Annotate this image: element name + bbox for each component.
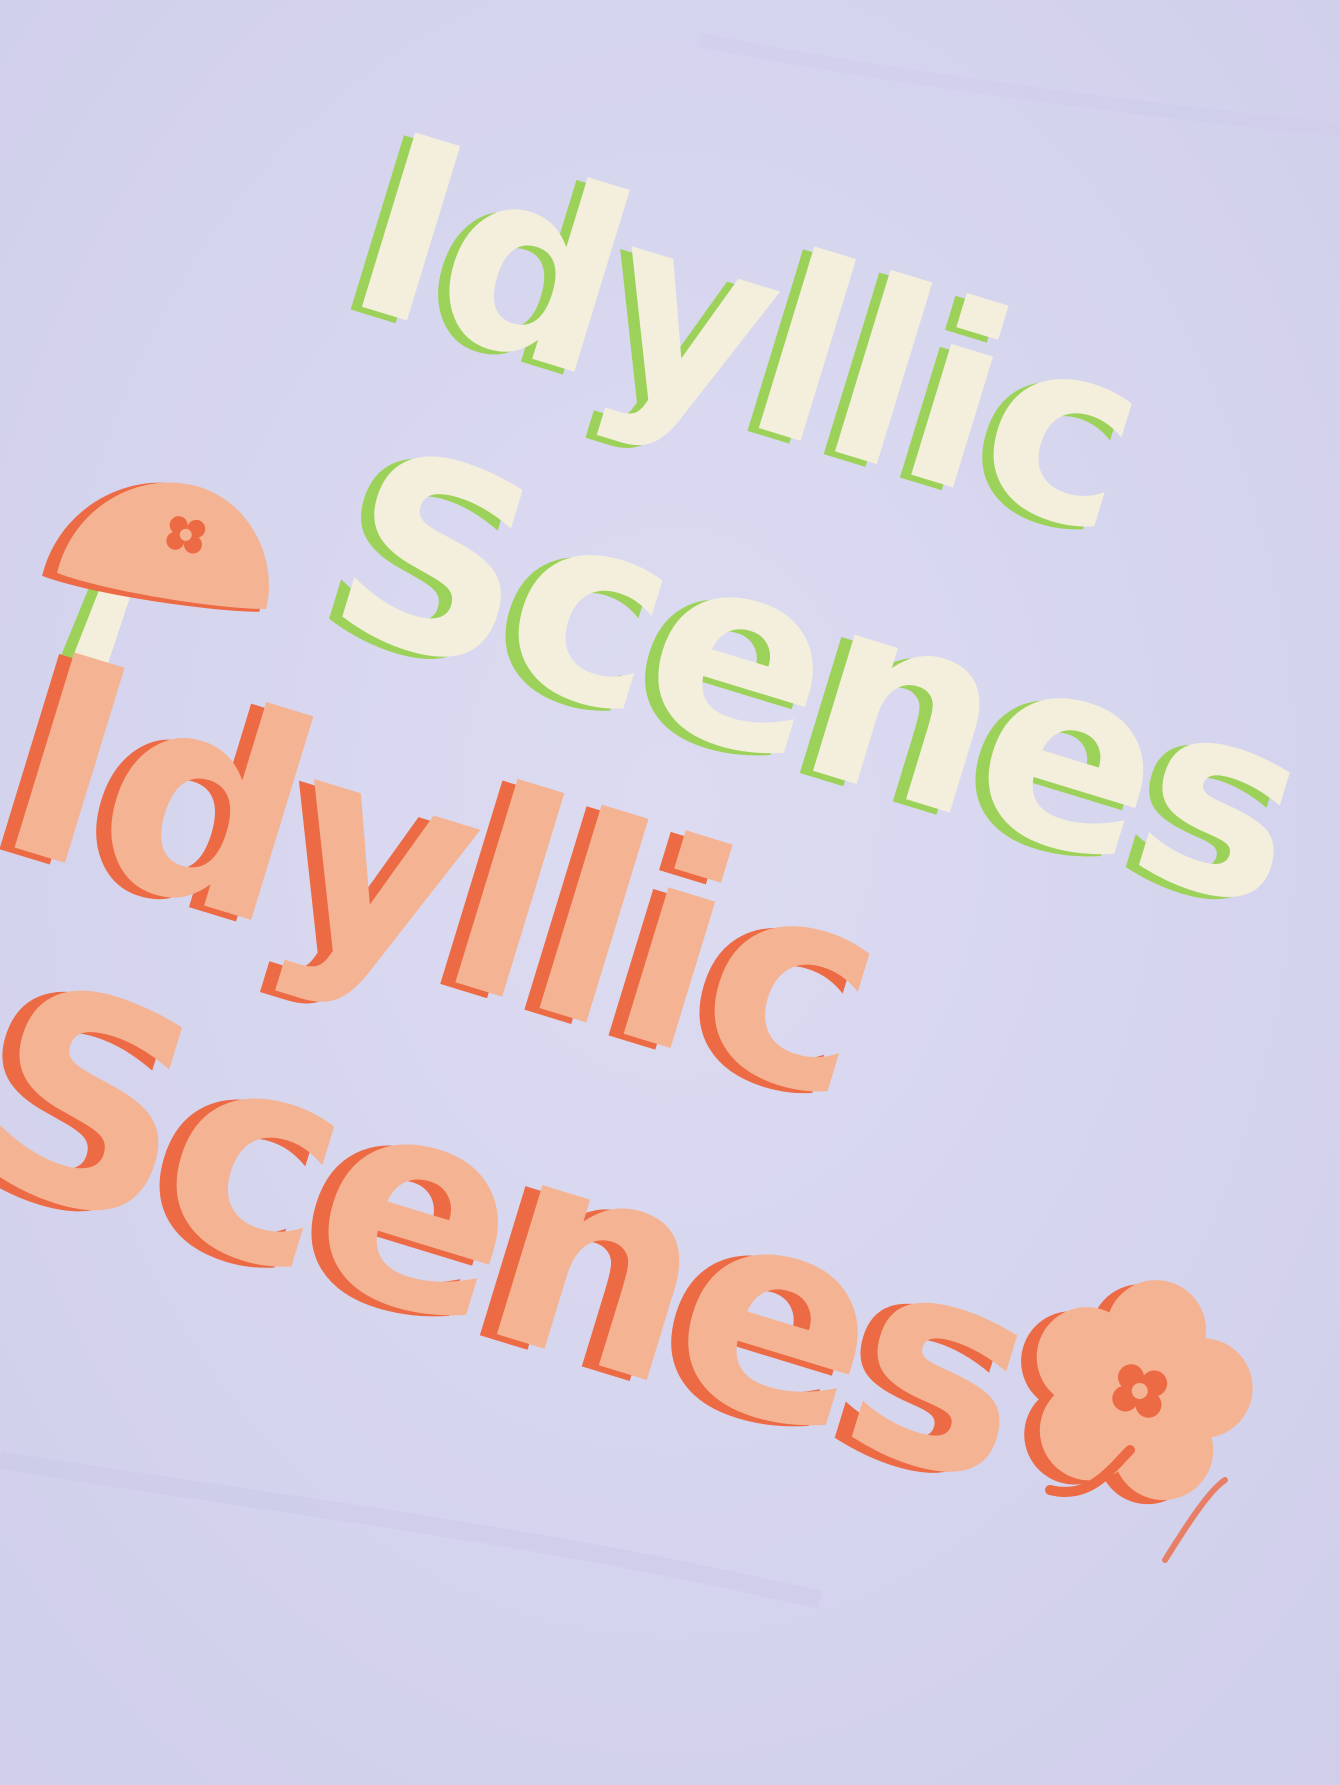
tshirt-print-scene: Idyllic Idyllic Scenes Scenes Idyllic Id… bbox=[0, 0, 1340, 1785]
